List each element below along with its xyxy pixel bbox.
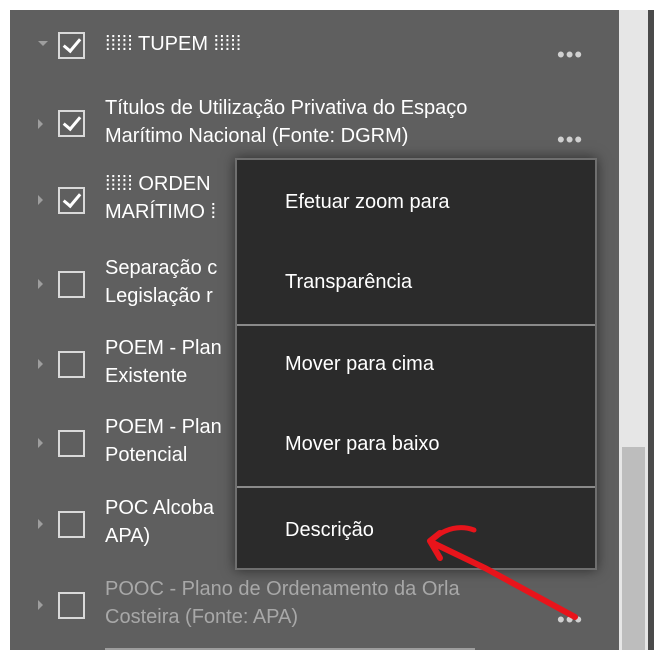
menu-item-move-down[interactable]: Mover para baixo <box>285 430 440 458</box>
context-menu: Efetuar zoom para Transparência Mover pa… <box>235 158 597 570</box>
chevron-right-icon[interactable] <box>38 519 43 529</box>
layer-checkbox[interactable] <box>58 187 85 214</box>
menu-item-description[interactable]: Descrição <box>285 516 374 544</box>
menu-item-zoom-to[interactable]: Efetuar zoom para <box>285 188 450 216</box>
layer-label: ⁞⁞⁞⁞⁞ ORDEN MARÍTIMO ⁞ <box>105 173 217 223</box>
layer-label: POEM - Plan Existente <box>105 337 222 387</box>
layer-checkbox[interactable] <box>58 592 85 619</box>
more-options-icon[interactable]: ••• <box>557 129 583 151</box>
panel-edge <box>648 10 654 650</box>
scrollbar-thumb[interactable] <box>622 447 645 650</box>
layer-checkbox[interactable] <box>58 351 85 378</box>
menu-item-transparency[interactable]: Transparência <box>285 268 412 296</box>
chevron-right-icon[interactable] <box>38 600 43 610</box>
layer-label: Títulos de Utilização Privativa do Espaç… <box>105 97 468 147</box>
layer-row-partial[interactable] <box>10 642 619 650</box>
layer-label: POOC - Plano de Ordenamento da Orla Cost… <box>105 578 460 628</box>
layer-checkbox[interactable] <box>58 430 85 457</box>
layer-label: ⁞⁞⁞⁞⁞ TUPEM ⁞⁞⁞⁞⁞ <box>105 33 242 55</box>
chevron-right-icon[interactable] <box>38 119 43 129</box>
layer-checkbox[interactable] <box>58 110 85 137</box>
layer-label: POEM - Plan Potencial <box>105 416 222 466</box>
menu-separator <box>237 486 595 488</box>
chevron-down-icon[interactable] <box>38 41 48 46</box>
chevron-right-icon[interactable] <box>38 279 43 289</box>
layer-checkbox[interactable] <box>58 511 85 538</box>
menu-item-move-up[interactable]: Mover para cima <box>285 350 434 378</box>
chevron-right-icon[interactable] <box>38 438 43 448</box>
layer-label: Separação c Legislação r <box>105 257 218 307</box>
chevron-right-icon[interactable] <box>38 359 43 369</box>
menu-separator <box>237 324 595 326</box>
chevron-right-icon[interactable] <box>38 195 43 205</box>
layer-row-tupem[interactable]: ⁞⁞⁞⁞⁞ TUPEM ⁞⁞⁞⁞⁞ ••• <box>10 10 619 80</box>
more-options-icon[interactable]: ••• <box>557 44 583 66</box>
more-options-icon[interactable]: ••• <box>557 609 583 631</box>
layer-label: POC Alcoba APA) <box>105 497 214 547</box>
layer-checkbox[interactable] <box>58 32 85 59</box>
layer-row[interactable]: POOC - Plano de Ordenamento da Orla Cost… <box>10 575 619 645</box>
layer-row[interactable]: Títulos de Utilização Privativa do Espaç… <box>10 92 619 162</box>
layer-checkbox[interactable] <box>58 271 85 298</box>
